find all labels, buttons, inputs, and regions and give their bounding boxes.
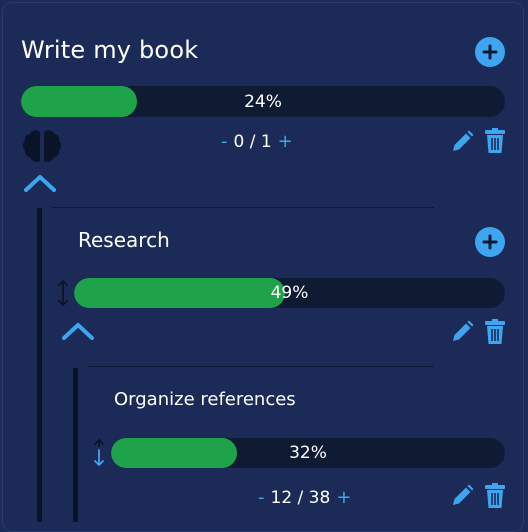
delete-subsubgoal-button[interactable] — [482, 482, 508, 510]
subsubgoal-counter-plus[interactable]: + — [336, 487, 351, 508]
pencil-icon — [453, 320, 474, 341]
goal-progress-bar: 24% — [21, 86, 505, 117]
goal-counter: - 0 / 1 + — [221, 131, 293, 152]
subsubgoal-counter-value: 12 / 38 — [270, 487, 331, 508]
trash-icon — [485, 319, 505, 344]
tree-line — [73, 368, 78, 522]
goal-title: Write my book — [21, 36, 199, 64]
edit-subsubgoal-button[interactable] — [448, 482, 476, 510]
subgoal-progress-bar: 49% — [74, 278, 505, 308]
subsubgoal-title: Organize references — [114, 389, 296, 410]
divider — [52, 207, 434, 208]
subgoal-title: Research — [78, 228, 170, 252]
goal-counter-minus[interactable]: - — [221, 131, 228, 152]
reorder-handle[interactable] — [56, 278, 70, 308]
chevron-up-icon — [24, 175, 56, 192]
tree-line — [37, 208, 42, 522]
collapse-goal-button[interactable] — [22, 172, 58, 194]
edit-subgoal-button[interactable] — [448, 318, 476, 346]
pencil-icon — [453, 130, 474, 151]
reorder-handle[interactable] — [92, 438, 106, 468]
subsubgoal-counter: - 12 / 38 + — [258, 487, 351, 508]
edit-goal-button[interactable] — [448, 128, 476, 156]
subsubgoal-progress-bar: 32% — [111, 438, 505, 468]
subsubgoal-progress-label: 32% — [289, 443, 327, 463]
chevron-up-icon — [62, 323, 94, 340]
add-subgoal-button[interactable] — [475, 37, 505, 67]
plus-icon — [482, 234, 498, 250]
trash-icon — [485, 128, 505, 153]
plus-icon — [482, 44, 498, 60]
brain-icon — [20, 127, 64, 169]
delete-goal-button[interactable] — [482, 127, 508, 155]
drag-arrows-icon — [58, 280, 68, 306]
subgoal-progress-label: 49% — [270, 283, 309, 303]
pencil-icon — [453, 484, 474, 505]
goal-counter-value: 0 / 1 — [233, 131, 272, 152]
divider — [88, 366, 434, 367]
trash-icon — [485, 483, 505, 508]
goal-counter-plus[interactable]: + — [278, 131, 293, 152]
subsubgoal-counter-minus[interactable]: - — [258, 487, 265, 508]
collapse-subgoal-button[interactable] — [60, 320, 96, 342]
drag-arrows-icon — [94, 439, 104, 466]
add-subgoal-button[interactable] — [475, 227, 505, 257]
delete-subgoal-button[interactable] — [482, 318, 508, 346]
goal-progress-label: 24% — [244, 91, 282, 112]
